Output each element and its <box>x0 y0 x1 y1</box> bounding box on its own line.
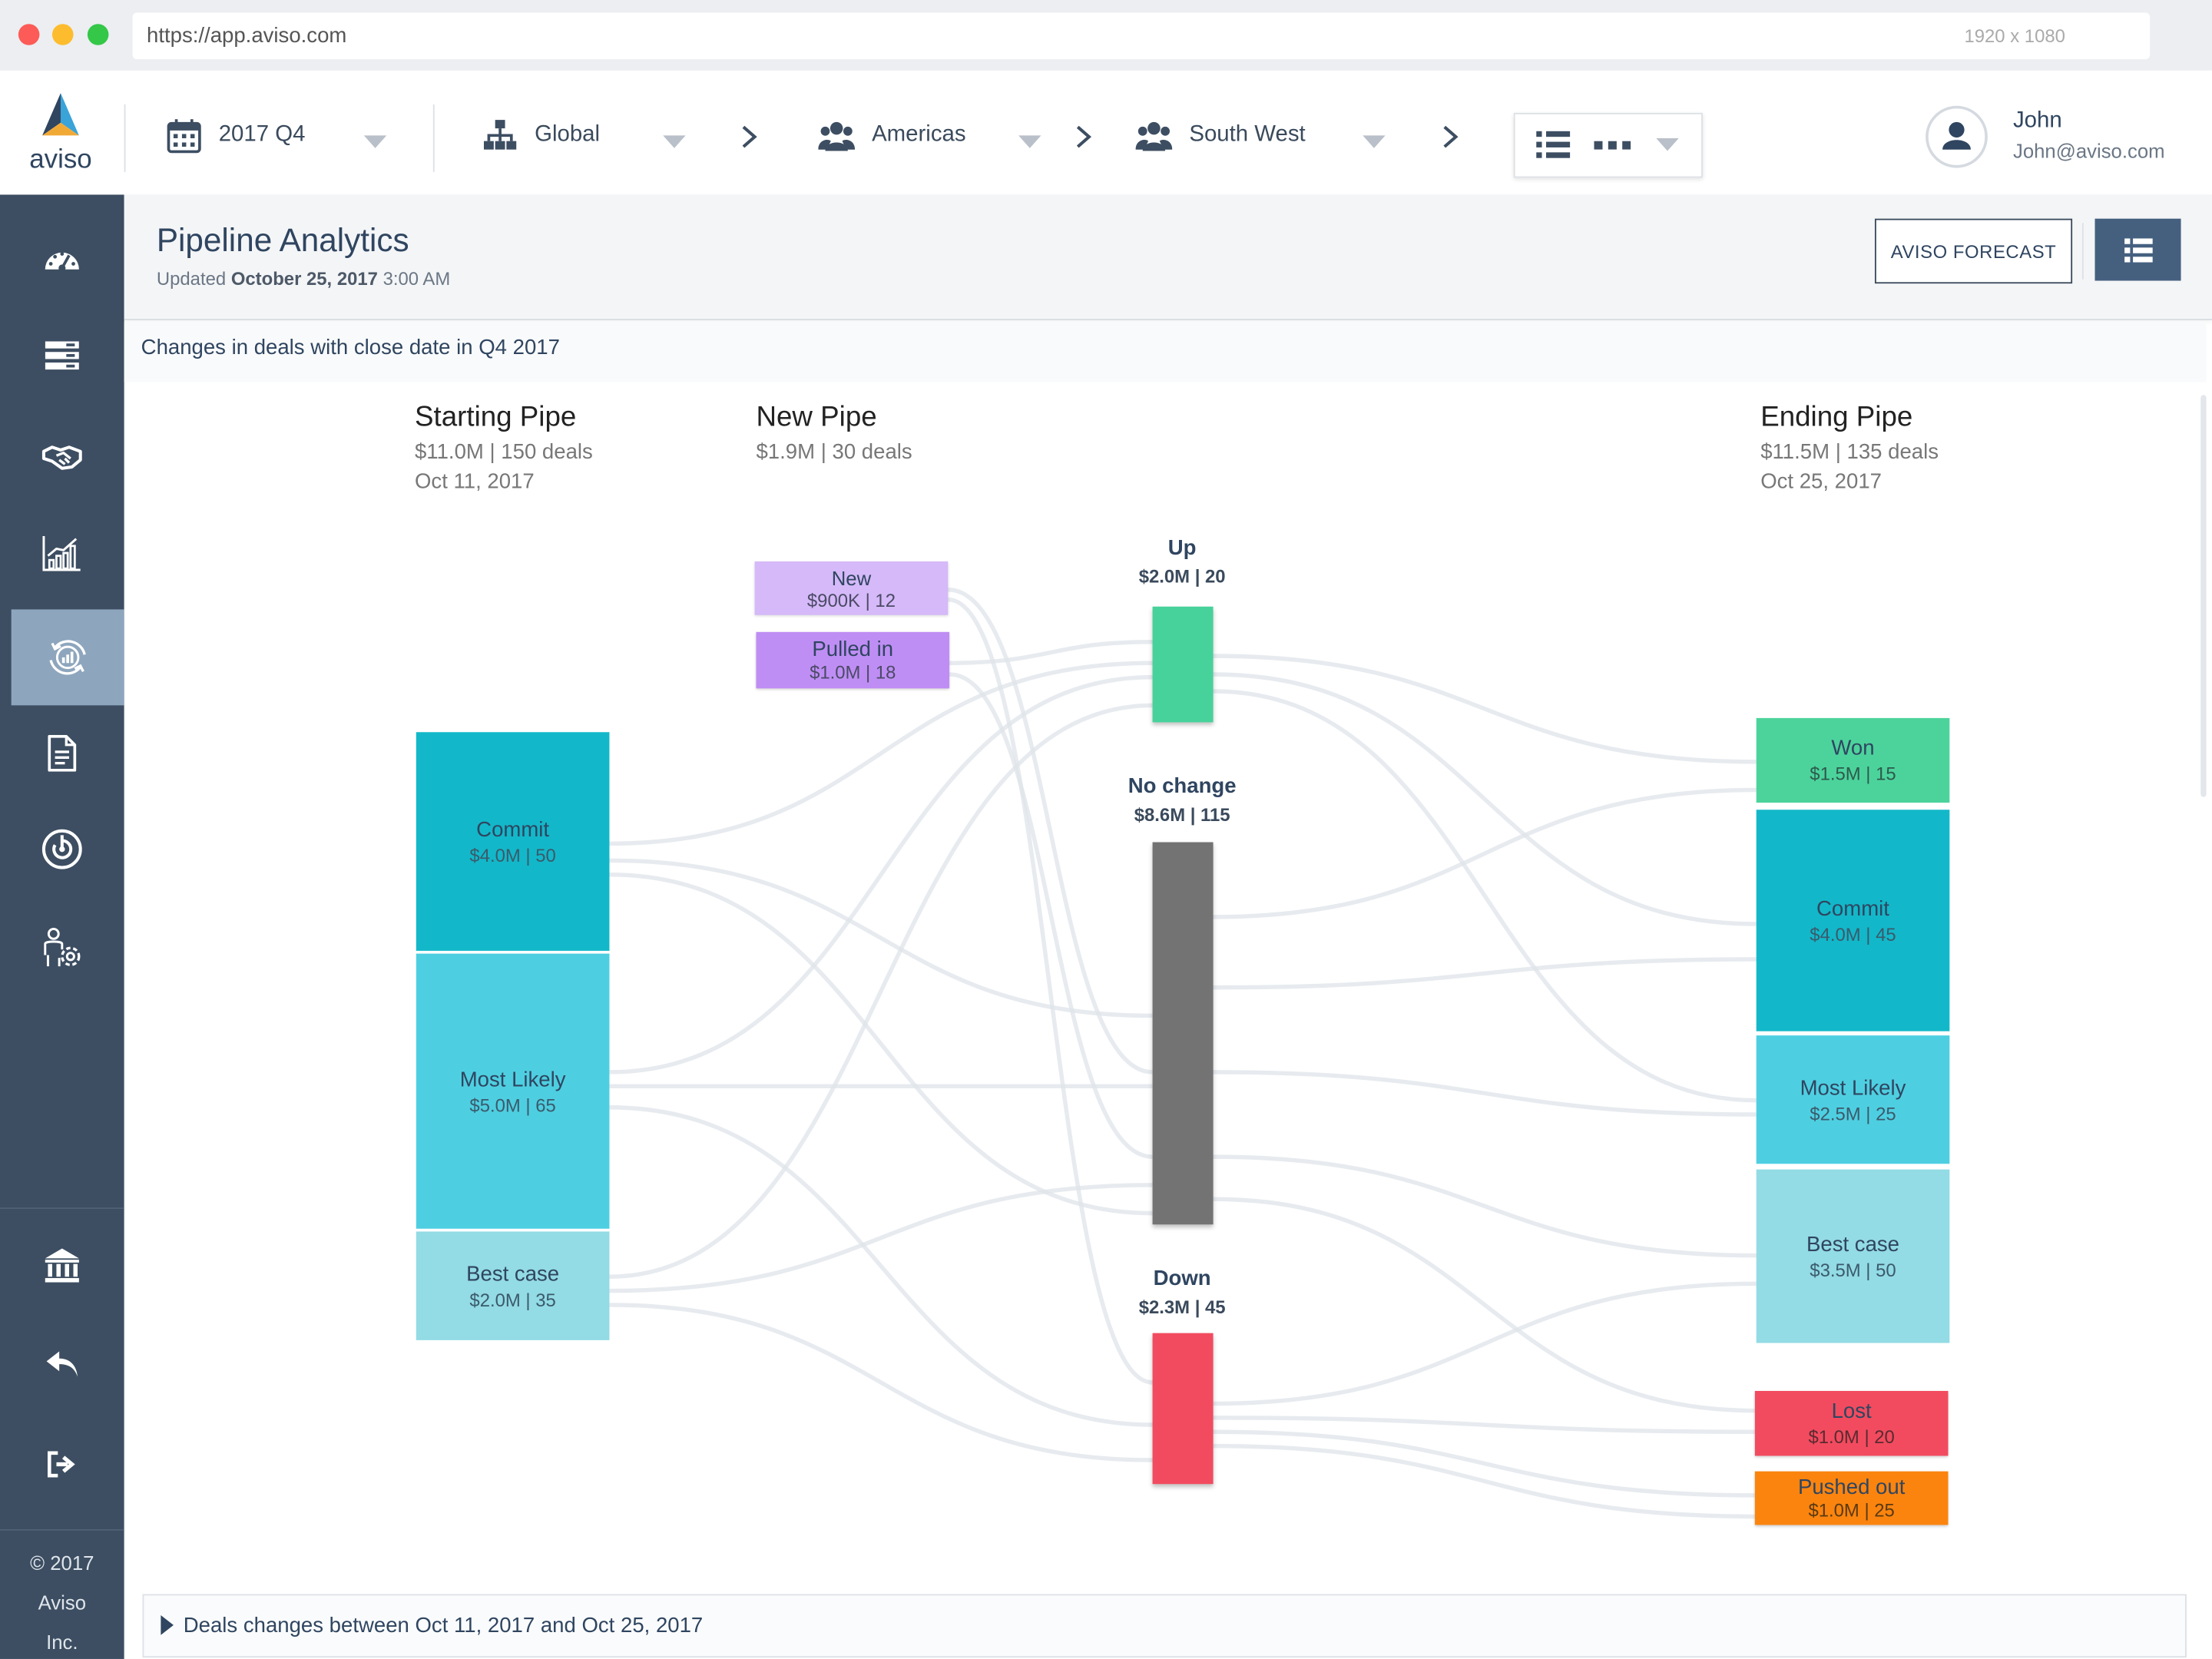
node-value: $1.0M | 20 <box>1808 1426 1895 1448</box>
deal-changes-expander[interactable]: Deals changes between Oct 11, 2017 and O… <box>142 1594 2187 1658</box>
node-label: Commit <box>476 817 550 842</box>
flow-link <box>609 703 1153 1279</box>
node-value: $4.0M | 45 <box>1810 923 1896 945</box>
starting-pipe-date: Oct 11, 2017 <box>414 469 535 494</box>
up-label: Up $2.0M | 20 <box>1098 536 1267 587</box>
ending-lost-node[interactable]: Lost $1.0M | 20 <box>1754 1390 1949 1456</box>
starting-pipe-summary: $11.0M | 150 deals Oct 11, 2017 <box>415 437 593 496</box>
down-label: Down $2.3M | 45 <box>1098 1267 1267 1317</box>
node-value: $1.5M | 15 <box>1810 763 1896 785</box>
node-label: Won <box>1831 736 1875 760</box>
flow-link <box>949 639 1153 666</box>
node-label: Pulled in <box>812 637 894 662</box>
ending-best-case-node[interactable]: Best case $3.5M | 50 <box>1756 1169 1950 1343</box>
flow-link <box>1213 1416 1757 1435</box>
flow-link <box>1213 1281 1757 1406</box>
ending-pipe-title: Ending Pipe <box>1760 402 1913 433</box>
node-label: Most Likely <box>1800 1075 1906 1100</box>
node-value: $1.0M | 18 <box>810 661 896 683</box>
flow-link <box>1213 654 1757 764</box>
up-value: $2.0M | 20 <box>1138 565 1226 588</box>
expand-triangle-icon <box>161 1615 174 1635</box>
ending-pushed-out-node[interactable]: Pushed out $1.0M | 25 <box>1754 1471 1949 1525</box>
ending-commit-node[interactable]: Commit $4.0M | 45 <box>1756 810 1950 1031</box>
node-value: $1.0M | 25 <box>1808 1499 1895 1521</box>
flow-link <box>1213 689 1757 1103</box>
starting-pipe-title: Starting Pipe <box>414 402 577 433</box>
node-label: New <box>831 566 872 589</box>
ending-most-likely-node[interactable]: Most Likely $2.5M | 25 <box>1756 1035 1950 1164</box>
flow-link <box>1213 957 1757 990</box>
flow-link <box>609 1303 1153 1462</box>
node-label: Most Likely <box>459 1067 566 1091</box>
app-root: https://app.aviso.com 1920 x 1080 aviso … <box>0 0 2212 1659</box>
deal-changes-label: Deals changes between Oct 11, 2017 and O… <box>183 1614 704 1638</box>
node-label: Lost <box>1831 1399 1872 1424</box>
node-label: Best case <box>1806 1232 1900 1257</box>
no-change-value: $8.6M | 115 <box>1134 803 1230 826</box>
flow-link <box>1213 1070 1757 1117</box>
node-label: Pushed out <box>1797 1475 1906 1500</box>
flow-link <box>1213 672 1757 926</box>
node-value: $2.0M | 35 <box>469 1288 556 1310</box>
node-label: Commit <box>1816 896 1889 921</box>
new-pipe-totals: $1.9M | 30 deals <box>756 440 912 465</box>
down-bar[interactable] <box>1152 1333 1214 1485</box>
starting-commit-node[interactable]: Commit $4.0M | 50 <box>416 732 610 951</box>
new-pipe-summary: $1.9M | 30 deals <box>756 437 912 467</box>
node-value: $900K | 12 <box>806 588 896 611</box>
ending-pipe-totals: $11.5M | 135 deals <box>1760 440 1939 465</box>
pulled-in-node[interactable]: Pulled in $1.0M | 18 <box>756 631 950 689</box>
node-value: $4.0M | 50 <box>469 844 556 866</box>
starting-most-likely-node[interactable]: Most Likely $5.0M | 65 <box>416 953 610 1229</box>
no-change-bar[interactable] <box>1152 842 1214 1225</box>
down-title: Down <box>1153 1267 1211 1291</box>
up-bar[interactable] <box>1152 606 1214 723</box>
flow-link <box>948 597 1153 1385</box>
ending-pipe-summary: $11.5M | 135 deals Oct 25, 2017 <box>1760 437 1939 496</box>
up-title: Up <box>1167 535 1197 561</box>
starting-best-case-node[interactable]: Best case $2.0M | 35 <box>416 1231 610 1340</box>
starting-pipe-totals: $11.0M | 150 deals <box>414 440 593 465</box>
flow-link <box>1213 1429 1757 1498</box>
node-value: $3.5M | 50 <box>1810 1259 1896 1280</box>
flow-link <box>1213 1443 1757 1519</box>
down-value: $2.3M | 45 <box>1138 1296 1226 1318</box>
no-change-title: No change <box>1128 774 1237 799</box>
no-change-label: No change $8.6M | 115 <box>1086 774 1278 825</box>
flow-link <box>1213 1197 1757 1413</box>
node-value: $5.0M | 65 <box>469 1094 556 1115</box>
new-pipe-title: New Pipe <box>756 402 877 433</box>
ending-pipe-date: Oct 25, 2017 <box>1760 469 1882 494</box>
ending-won-node[interactable]: Won $1.5M | 15 <box>1756 717 1950 803</box>
node-value: $2.5M | 25 <box>1810 1102 1896 1124</box>
node-label: Best case <box>466 1261 560 1286</box>
new-node[interactable]: New $900K | 12 <box>754 561 949 615</box>
